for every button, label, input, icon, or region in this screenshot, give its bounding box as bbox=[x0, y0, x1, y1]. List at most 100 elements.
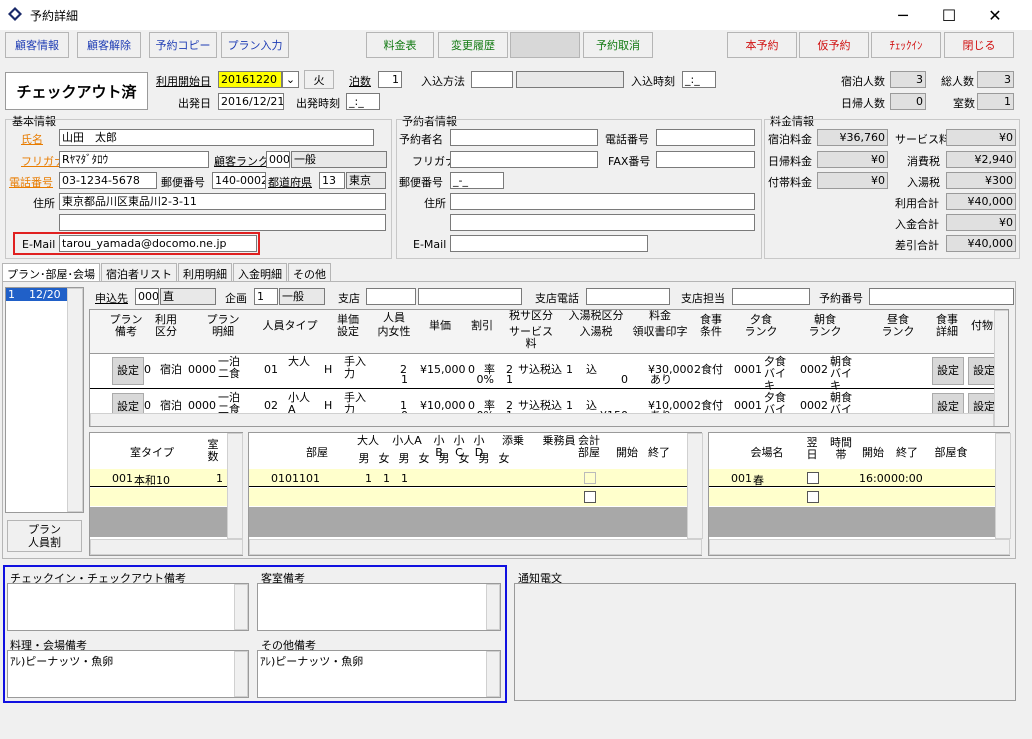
plan-grid-vscroll[interactable] bbox=[994, 310, 1008, 426]
account-room-checkbox[interactable] bbox=[584, 491, 596, 503]
room-vscroll[interactable] bbox=[687, 433, 703, 539]
venue-row[interactable] bbox=[709, 488, 995, 506]
nights-label[interactable]: 泊数 bbox=[349, 73, 371, 89]
note-scrollbar[interactable] bbox=[234, 651, 248, 697]
branch-phone-input[interactable] bbox=[586, 288, 670, 305]
plan-grid-meal-detail-button[interactable]: 設定 bbox=[932, 357, 964, 385]
plan-input-button[interactable]: プラン入力 bbox=[221, 32, 289, 58]
room-type-count: 1 bbox=[216, 472, 223, 485]
project-code[interactable]: 1 bbox=[254, 288, 278, 305]
plan-grid[interactable]: プラン 備考 利用 区分 プラン 明細 人員タイプ 単価 設定 人員 内女性 単価 割引 税サ区分… bbox=[89, 309, 1009, 427]
room-row[interactable] bbox=[249, 488, 687, 506]
start-date-input[interactable]: 20161220 bbox=[218, 71, 282, 88]
change-history-button[interactable]: 変更履歴 bbox=[438, 32, 508, 58]
prefecture-label[interactable]: 都道府県 bbox=[268, 174, 312, 190]
room-hscroll[interactable] bbox=[249, 539, 702, 555]
plan-grid-setting-button[interactable]: 設定 bbox=[112, 357, 144, 385]
booker-name-input[interactable] bbox=[450, 129, 598, 146]
checkin-checkout-note-input[interactable] bbox=[7, 583, 249, 631]
apply-code[interactable]: 000 bbox=[135, 288, 159, 305]
venue-vscroll[interactable] bbox=[995, 433, 1011, 539]
next-day-checkbox[interactable] bbox=[807, 491, 819, 503]
close-button[interactable]: 閉じる bbox=[944, 32, 1014, 58]
customer-release-button[interactable]: 顧客解除 bbox=[77, 32, 141, 58]
plan-grid-header-bath-tax: 入湯税 bbox=[579, 325, 613, 338]
address-input-2[interactable] bbox=[59, 214, 386, 231]
confirm-booking-button[interactable]: 本予約 bbox=[727, 32, 797, 58]
cancel-reservation-button[interactable]: 予約取消 bbox=[583, 32, 653, 58]
apply-label[interactable]: 申込先 bbox=[95, 290, 128, 306]
next-day-checkbox[interactable] bbox=[807, 472, 819, 484]
plan-grid-row[interactable]: 設定 0 宿泊 0000 一泊二食 01 大人 H 手入力 2 ¥15,000 0 率 2 サ込税込 1 込 ¥3… bbox=[90, 354, 1000, 392]
room-grid-header-1: 大人 bbox=[357, 434, 379, 447]
booker-email-input[interactable] bbox=[450, 235, 648, 252]
balance-value: ¥40,000 bbox=[946, 235, 1016, 252]
other-note-input[interactable]: ｱﾚ)ピーナッツ・魚卵 bbox=[257, 650, 501, 698]
chevron-down-icon[interactable]: ⌄ bbox=[282, 71, 299, 88]
day-count-value: 0 bbox=[890, 93, 926, 110]
weekday-button[interactable]: 火 bbox=[304, 70, 334, 89]
venue-hscroll[interactable] bbox=[709, 539, 1010, 555]
reservation-number-input[interactable] bbox=[869, 288, 1014, 305]
departure-date-input[interactable]: 2016/12/21 bbox=[218, 93, 284, 110]
cooking-note-input[interactable]: ｱﾚ)ピーナッツ・魚卵 bbox=[7, 650, 249, 698]
checkin-button[interactable]: ﾁｪｯｸｲﾝ bbox=[871, 32, 941, 58]
departure-time-input[interactable]: _:_ bbox=[346, 93, 380, 110]
venue-row[interactable]: 001 春 16:00 00:00 bbox=[709, 469, 995, 487]
customer-info-button[interactable]: 顧客情報 bbox=[5, 32, 69, 58]
plan-grid-header-receipt-print: 領収書印字 bbox=[632, 325, 688, 338]
room-type-row[interactable]: 001 本和10 1 bbox=[90, 469, 227, 487]
copy-reservation-button[interactable]: 予約コピー bbox=[149, 32, 217, 58]
close-icon[interactable]: ✕ bbox=[972, 0, 1018, 30]
rate-table-button[interactable]: 料金表 bbox=[366, 32, 434, 58]
booker-kana-input[interactable] bbox=[450, 151, 598, 168]
customer-rank-label[interactable]: 顧客ランク bbox=[214, 153, 269, 169]
rooms-count-label: 室数 bbox=[953, 97, 975, 110]
email-input[interactable]: tarou_yamada@docomo.ne.jp bbox=[59, 235, 257, 252]
venue-grid-header-1: 翌日 bbox=[806, 436, 818, 461]
room-note-input[interactable] bbox=[257, 583, 501, 631]
booker-fax-input[interactable] bbox=[656, 151, 755, 168]
booker-phone-input[interactable] bbox=[656, 129, 755, 146]
room-type-grid[interactable]: 室タイプ 室数 001 本和10 1 bbox=[89, 432, 243, 556]
zip-input[interactable]: 140-0002 bbox=[212, 172, 266, 189]
phone-input[interactable]: 03-1234-5678 bbox=[59, 172, 157, 189]
room-type-row[interactable] bbox=[90, 488, 227, 506]
name-input[interactable]: 山田 太郎 bbox=[59, 129, 374, 146]
venue-grid[interactable]: 会場名 翌日 時間帯 開始 終了 部屋食 001 春 16:00 00:00 bbox=[708, 432, 1011, 556]
room-type-hscroll[interactable] bbox=[90, 539, 243, 555]
notification-text-area[interactable] bbox=[514, 583, 1016, 701]
room-type-vscroll[interactable] bbox=[227, 433, 243, 539]
start-date-label[interactable]: 利用開始日 bbox=[156, 73, 211, 89]
tentative-booking-button[interactable]: 仮予約 bbox=[799, 32, 869, 58]
note-scrollbar[interactable] bbox=[486, 584, 500, 630]
plan-grid-header-person-type: 人員タイプ bbox=[262, 319, 318, 332]
arrival-time-input[interactable]: _:_ bbox=[682, 71, 716, 88]
nights-input[interactable]: 1 bbox=[378, 71, 402, 88]
phone-label[interactable]: 電話番号 bbox=[9, 174, 53, 190]
branch-input[interactable] bbox=[366, 288, 416, 305]
note-scrollbar[interactable] bbox=[486, 651, 500, 697]
address-input-1[interactable]: 東京都品川区東品川2-3-11 bbox=[59, 193, 386, 210]
name-label[interactable]: 氏名 bbox=[21, 131, 43, 147]
room-grid[interactable]: 部屋 大人 小人A 小B 小C 小D 添乗 乗務員 会計部屋 開始 終了男女男女男女男女 0101 … bbox=[248, 432, 703, 556]
room-grid-subheader-1: 女 bbox=[378, 452, 390, 465]
kana-input[interactable]: Rﾔﾏﾀﾞﾀﾛｳ bbox=[59, 151, 209, 168]
customer-rank-code[interactable]: 000 bbox=[266, 151, 290, 168]
prefecture-code[interactable]: 13 bbox=[319, 172, 345, 189]
plan-grid-hscroll[interactable] bbox=[90, 413, 994, 426]
minimize-icon[interactable]: ─ bbox=[880, 0, 926, 30]
note-scrollbar[interactable] bbox=[234, 584, 248, 630]
account-room-checkbox[interactable] bbox=[584, 472, 596, 484]
room-row[interactable]: 0101 101 1 1 1 bbox=[249, 469, 687, 487]
booker-address-input-2[interactable] bbox=[450, 214, 755, 231]
maximize-icon[interactable]: ☐ bbox=[926, 0, 972, 30]
branch-staff-input[interactable] bbox=[732, 288, 810, 305]
arrival-method-input[interactable] bbox=[471, 71, 513, 88]
room-grid-subheader-6: 男 bbox=[478, 452, 490, 465]
booker-address-input-1[interactable] bbox=[450, 193, 755, 210]
arrival-method-name bbox=[516, 71, 624, 88]
booker-zip-input[interactable]: _-_ bbox=[450, 172, 504, 189]
plan-person-split-button[interactable]: プラン 人員割 bbox=[7, 520, 82, 552]
list-scrollbar[interactable] bbox=[67, 288, 83, 512]
